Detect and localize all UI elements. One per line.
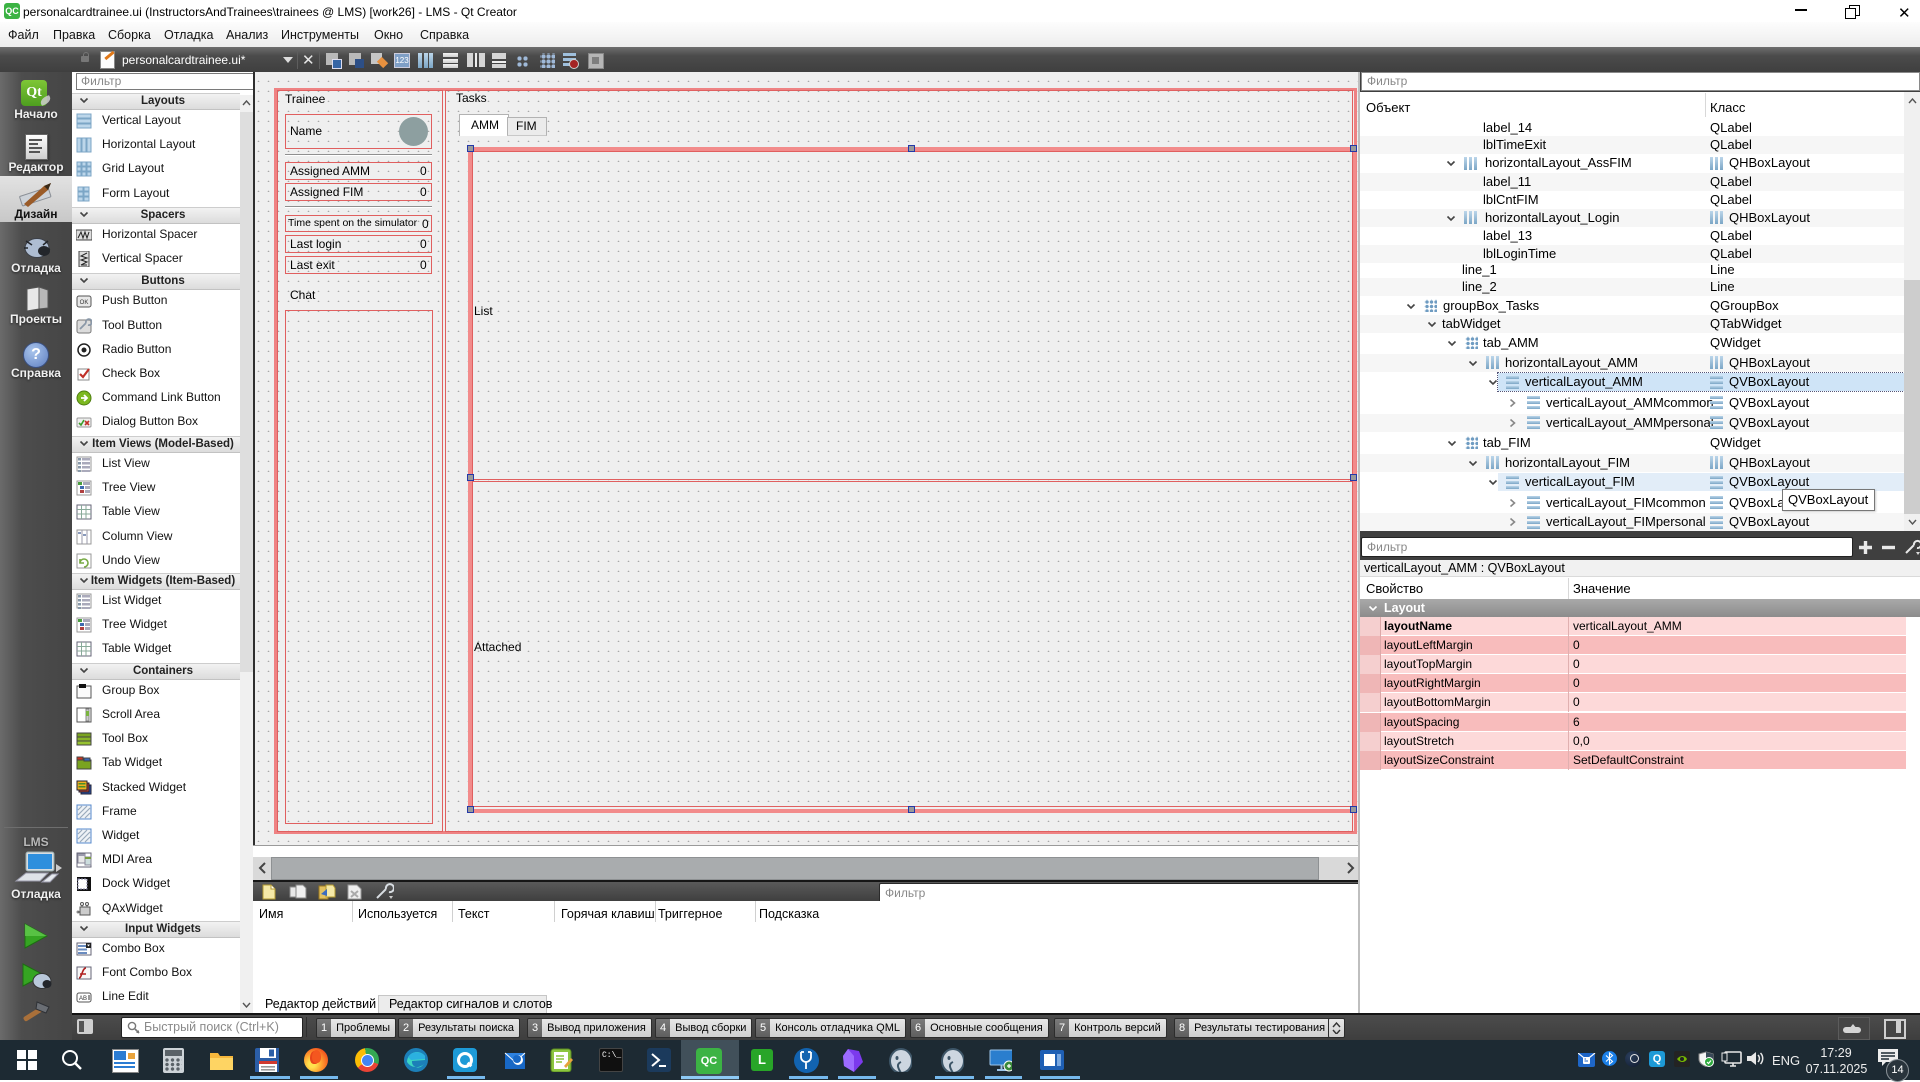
svg-text:AB: AB: [79, 996, 87, 1002]
svg-text:OK: OK: [80, 300, 89, 306]
